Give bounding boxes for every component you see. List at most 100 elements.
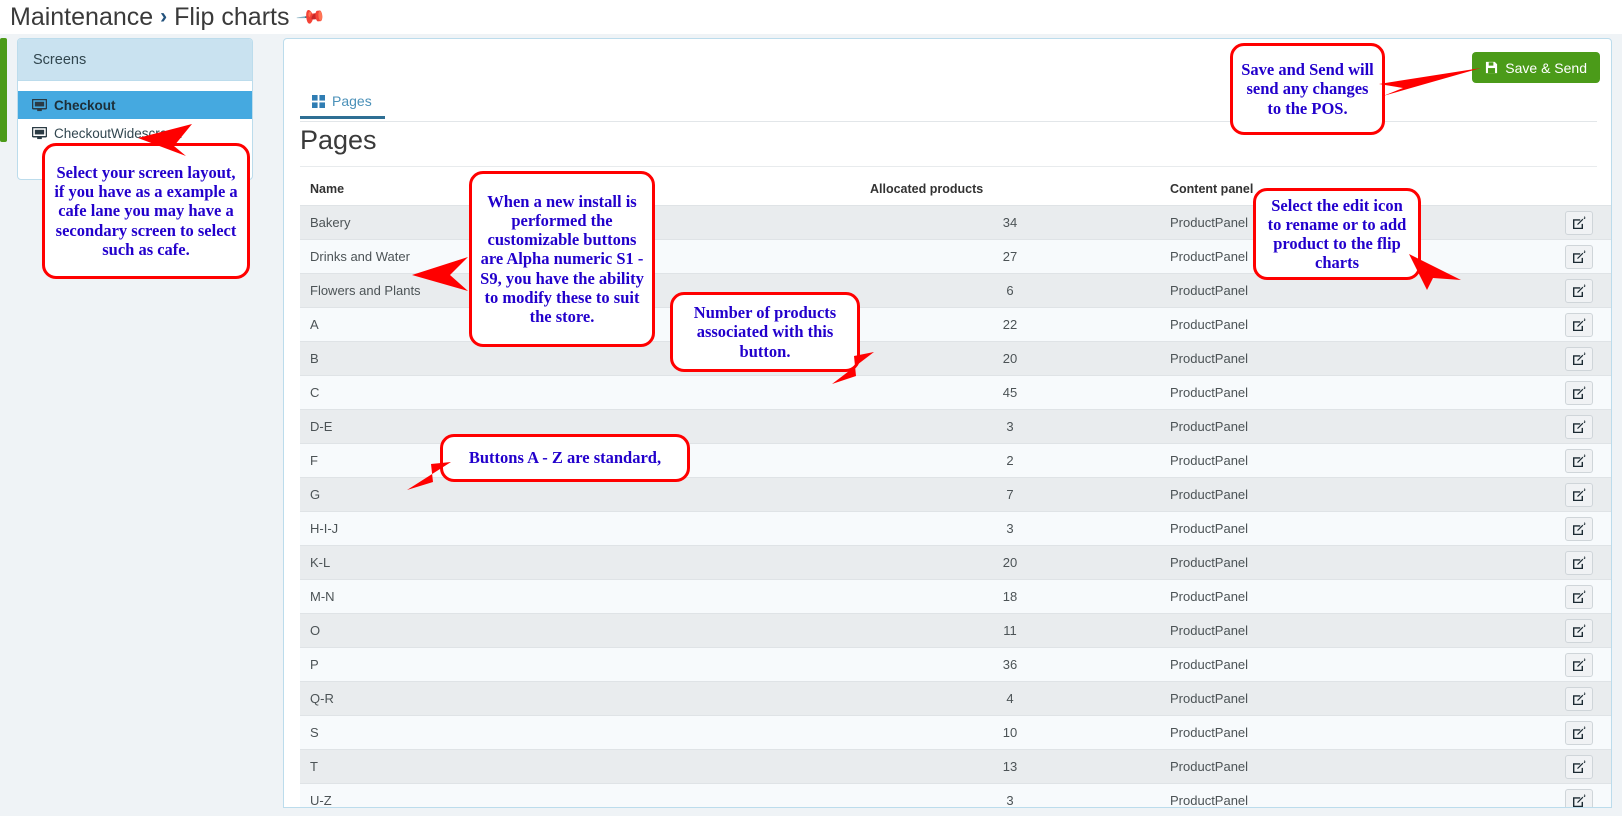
- cell-actions: [1480, 443, 1611, 478]
- sidebar-item-label: Checkout: [54, 97, 116, 113]
- save-and-send-button[interactable]: Save & Send: [1472, 52, 1600, 83]
- main-content-panel: Save & Send Pages Pages Name Allocated p…: [283, 38, 1612, 808]
- cell-name: G: [300, 477, 860, 512]
- pencil-square-icon: [1572, 793, 1586, 808]
- cell-allocated: 3: [860, 409, 1160, 444]
- cell-actions: [1480, 749, 1611, 784]
- pencil-square-icon: [1572, 317, 1586, 332]
- cell-actions: [1480, 545, 1611, 580]
- page-title: Pages: [300, 125, 377, 155]
- cell-panel: ProductPanel: [1160, 341, 1480, 376]
- arrow-to-edit-icon: [1409, 254, 1461, 290]
- cell-name: H-I-J: [300, 511, 860, 546]
- cell-panel: ProductPanel: [1160, 579, 1480, 614]
- table-row[interactable]: U-Z 3 ProductPanel: [300, 783, 1611, 808]
- table-row[interactable]: S 10 ProductPanel: [300, 715, 1611, 750]
- cell-allocated: 3: [860, 511, 1160, 546]
- cell-panel: ProductPanel: [1160, 783, 1480, 807]
- cell-actions: [1480, 579, 1611, 614]
- cell-actions: [1480, 375, 1611, 410]
- table-row[interactable]: K-L 20 ProductPanel: [300, 545, 1611, 580]
- edit-row-button[interactable]: [1564, 482, 1593, 507]
- table-row[interactable]: Q-R 4 ProductPanel: [300, 681, 1611, 716]
- table-row[interactable]: M-N 18 ProductPanel: [300, 579, 1611, 614]
- cell-actions: [1480, 205, 1611, 240]
- cell-name: S: [300, 715, 860, 750]
- arrow-to-checkout: [138, 124, 192, 156]
- column-header-allocated[interactable]: Allocated products: [860, 174, 1160, 206]
- screens-panel-title: Screens: [18, 39, 252, 81]
- edit-row-button[interactable]: [1564, 278, 1593, 303]
- column-header-actions: [1480, 174, 1611, 206]
- cell-actions: [1480, 477, 1611, 512]
- arrow-to-letter-rows: [407, 462, 451, 490]
- edit-row-button[interactable]: [1564, 652, 1593, 677]
- edit-row-button[interactable]: [1564, 720, 1593, 745]
- cell-allocated: 18: [860, 579, 1160, 614]
- table-row[interactable]: C 45 ProductPanel: [300, 375, 1611, 410]
- cell-allocated: 11: [860, 613, 1160, 648]
- edit-row-button[interactable]: [1564, 312, 1593, 337]
- edit-row-button[interactable]: [1564, 686, 1593, 711]
- pencil-square-icon: [1572, 419, 1586, 434]
- cell-allocated: 4: [860, 681, 1160, 716]
- save-and-send-label: Save & Send: [1505, 59, 1587, 76]
- pencil-square-icon: [1572, 589, 1586, 604]
- pencil-square-icon: [1572, 657, 1586, 672]
- cell-panel: ProductPanel: [1160, 715, 1480, 750]
- annotation-buttons-standard: Buttons A - Z are standard,: [440, 434, 690, 482]
- annotation-edit-icon: Select the edit icon to rename or to add…: [1253, 188, 1421, 280]
- edit-row-button[interactable]: [1564, 414, 1593, 439]
- cell-name: C: [300, 375, 860, 410]
- arrow-to-save-button: [1379, 68, 1481, 96]
- edit-row-button[interactable]: [1564, 516, 1593, 541]
- cell-panel: ProductPanel: [1160, 613, 1480, 648]
- tab-strip-divider: [300, 121, 1597, 122]
- edit-row-button[interactable]: [1564, 754, 1593, 779]
- cell-panel: ProductPanel: [1160, 749, 1480, 784]
- edit-row-button[interactable]: [1564, 584, 1593, 609]
- edit-row-button[interactable]: [1564, 210, 1593, 235]
- pushpin-icon[interactable]: 📌: [295, 1, 327, 32]
- edit-row-button[interactable]: [1564, 788, 1593, 808]
- table-row[interactable]: G 7 ProductPanel: [300, 477, 1611, 512]
- cell-actions: [1480, 715, 1611, 750]
- cell-actions: [1480, 783, 1611, 808]
- table-row[interactable]: O 11 ProductPanel: [300, 613, 1611, 648]
- annotation-new-install: When a new install is performed the cust…: [469, 171, 655, 347]
- breadcrumb-root[interactable]: Maintenance: [10, 3, 153, 32]
- edit-row-button[interactable]: [1564, 380, 1593, 405]
- cell-allocated: 36: [860, 647, 1160, 682]
- sidebar-item-checkout[interactable]: Checkout: [18, 91, 252, 119]
- edit-row-button[interactable]: [1564, 346, 1593, 371]
- cell-actions: [1480, 647, 1611, 682]
- edit-row-button[interactable]: [1564, 618, 1593, 643]
- edit-row-button[interactable]: [1564, 244, 1593, 269]
- tab-pages[interactable]: Pages: [300, 86, 385, 119]
- cell-actions: [1480, 681, 1611, 716]
- edit-row-button[interactable]: [1564, 448, 1593, 473]
- page-title-divider: [300, 166, 1597, 167]
- cell-allocated: 3: [860, 783, 1160, 807]
- cell-panel: ProductPanel: [1160, 647, 1480, 682]
- cell-panel: ProductPanel: [1160, 409, 1480, 444]
- edit-row-button[interactable]: [1564, 550, 1593, 575]
- cell-allocated: 2: [860, 443, 1160, 478]
- tab-strip: Pages: [300, 86, 385, 119]
- arrow-to-allocated-count: [832, 352, 874, 384]
- table-row[interactable]: T 13 ProductPanel: [300, 749, 1611, 784]
- table-row[interactable]: P 36 ProductPanel: [300, 647, 1611, 682]
- cell-allocated: 22: [860, 307, 1160, 342]
- cell-panel: ProductPanel: [1160, 545, 1480, 580]
- cell-allocated: 13: [860, 749, 1160, 784]
- pencil-square-icon: [1572, 555, 1586, 570]
- cell-panel: ProductPanel: [1160, 511, 1480, 546]
- table-row[interactable]: H-I-J 3 ProductPanel: [300, 511, 1611, 546]
- cell-actions: [1480, 409, 1611, 444]
- cell-panel: ProductPanel: [1160, 477, 1480, 512]
- pencil-square-icon: [1572, 215, 1586, 230]
- pencil-square-icon: [1572, 453, 1586, 468]
- cell-allocated: 20: [860, 545, 1160, 580]
- annotation-save-and-send: Save and Send will send any changes to t…: [1230, 43, 1385, 135]
- cell-allocated: 34: [860, 205, 1160, 240]
